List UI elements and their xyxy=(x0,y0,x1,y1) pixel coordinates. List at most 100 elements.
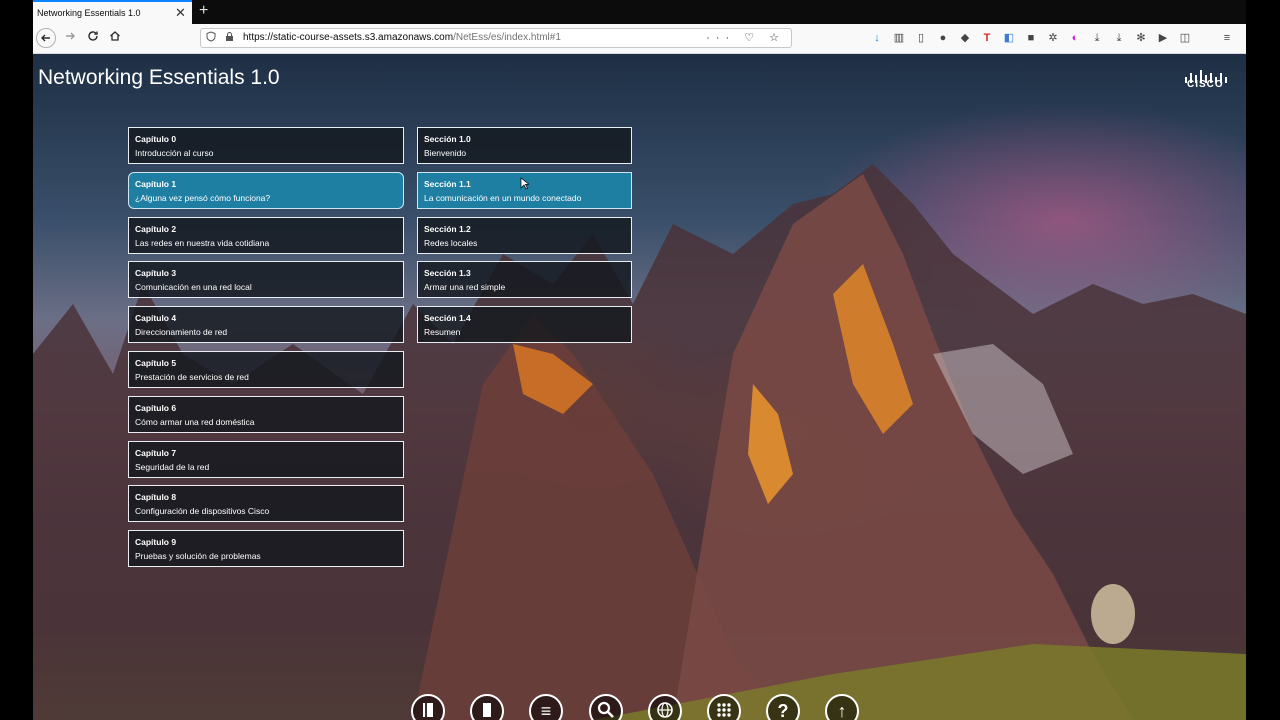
section-item-4[interactable]: Sección 1.4 Resumen xyxy=(417,306,632,344)
chapter-title: Capítulo 5 xyxy=(135,358,177,368)
chapter-title: Capítulo 3 xyxy=(135,268,177,279)
chapter-subtitle: Seguridad de la red xyxy=(135,461,210,472)
translate-icon[interactable]: ◧ xyxy=(1003,32,1015,44)
chapter-item-5[interactable]: Capítulo 5 Prestación de servicios de red xyxy=(128,351,404,388)
section-title: Sección 1.0 xyxy=(424,134,471,144)
chapter-subtitle: Las redes en nuestra vida cotidiana xyxy=(135,237,270,248)
browser-window: Networking Essentials 1.0 ✕ + https://st… xyxy=(33,0,1246,720)
bookmark-icon xyxy=(483,703,491,717)
active-tab[interactable]: Networking Essentials 1.0 ✕ xyxy=(33,0,192,24)
chapter-item-7[interactable]: Capítulo 7 Seguridad de la red xyxy=(128,440,404,478)
page-title: Networking Essentials 1.0 xyxy=(38,66,280,89)
chapter-item-4[interactable]: Capítulo 4 Direccionamiento de red xyxy=(128,306,404,344)
chapter-subtitle: ¿Alguna vez pensó cómo funciona? xyxy=(135,192,271,203)
section-title: Sección 1.1 xyxy=(424,178,471,189)
url-path: /NetEss/es/index.html#1 xyxy=(453,32,561,43)
help-icon: ? xyxy=(777,701,789,720)
chapter-subtitle: Prestación de servicios de red xyxy=(135,372,249,382)
chapter-subtitle: Direccionamiento de red xyxy=(135,327,228,338)
chapter-title: Capítulo 7 xyxy=(135,447,177,458)
grid-icon xyxy=(717,703,731,717)
section-item-2[interactable]: Sección 1.2 Redes locales xyxy=(417,216,632,254)
menu-icon: ≡ xyxy=(540,701,552,720)
chapter-item-6[interactable]: Capítulo 6 Cómo armar una red doméstica xyxy=(128,395,404,433)
forward-button[interactable] xyxy=(60,28,80,48)
nav-toolbar: https://static-course-assets.s3.amazonaw… xyxy=(33,24,1246,54)
chapter-title: Capítulo 1 xyxy=(135,178,177,189)
settings-icon[interactable]: ✻ xyxy=(1135,32,1147,44)
chapter-item-0[interactable]: Capítulo 0 Introducción al curso xyxy=(128,127,404,164)
globe-button[interactable] xyxy=(648,694,682,720)
hamburger-menu-icon[interactable]: ≡ xyxy=(1221,32,1233,44)
home-icon xyxy=(110,31,120,41)
chapter-subtitle: Comunicación en una red local xyxy=(135,282,252,293)
reload-button[interactable] xyxy=(83,28,103,48)
section-subtitle: Resumen xyxy=(424,327,461,338)
chapter-subtitle: Cómo armar una red doméstica xyxy=(135,416,255,427)
tracking-shield-icon[interactable] xyxy=(206,31,216,45)
chapter-subtitle: Configuración de dispositivos Cisco xyxy=(135,506,270,517)
cisco-logo-text: CISCO xyxy=(1187,79,1224,90)
chapter-subtitle: Introducción al curso xyxy=(135,148,214,158)
back-button[interactable] xyxy=(36,28,56,48)
tab-strip: Networking Essentials 1.0 ✕ + xyxy=(33,0,1246,24)
chapter-item-8[interactable]: Capítulo 8 Configuración de dispositivos … xyxy=(128,485,404,523)
download-icon[interactable]: ↓ xyxy=(871,32,883,44)
section-item-0[interactable]: Sección 1.0 Bienvenido xyxy=(417,127,632,164)
save-icon[interactable]: ⤓ xyxy=(1113,32,1125,44)
mouse-cursor-icon xyxy=(520,177,529,190)
up-arrow-icon: ↑ xyxy=(837,701,847,720)
play-icon[interactable]: ▶ xyxy=(1157,32,1169,44)
book-button[interactable] xyxy=(411,694,445,720)
globe-icon xyxy=(657,702,673,718)
new-tab-button[interactable]: + xyxy=(199,2,208,20)
sidebar-icon[interactable]: ▯ xyxy=(915,32,927,44)
extension-t-icon[interactable]: T xyxy=(981,32,993,44)
menu-button[interactable]: ≡ xyxy=(529,694,563,720)
section-subtitle: Bienvenido xyxy=(424,148,467,158)
extension-icon[interactable]: ◆ xyxy=(959,32,971,44)
chapter-item-9[interactable]: Capítulo 9 Pruebas y solución de problema… xyxy=(128,530,404,568)
help-button[interactable]: ? xyxy=(766,694,800,720)
extension-c-icon[interactable]: ◐ xyxy=(1069,32,1081,44)
grid-button[interactable] xyxy=(707,694,741,720)
extension-gear-icon[interactable]: ✲ xyxy=(1047,32,1059,44)
url-text[interactable]: https://static-course-assets.s3.amazonaw… xyxy=(243,32,561,43)
library-icon[interactable]: ▥ xyxy=(893,32,905,44)
home-button[interactable] xyxy=(105,28,125,48)
reload-icon xyxy=(88,31,98,41)
section-title: Sección 1.3 xyxy=(424,268,471,279)
bookmark-button[interactable] xyxy=(470,694,504,720)
url-host: https://static-course-assets.s3.amazonaw… xyxy=(243,32,454,43)
back-arrow-icon xyxy=(41,34,50,42)
chapter-title: Capítulo 4 xyxy=(135,313,177,324)
url-actions[interactable]: ··· ♡ ☆ xyxy=(706,31,785,44)
url-bar[interactable]: https://static-course-assets.s3.amazonaw… xyxy=(200,28,792,48)
chapter-title: Capítulo 2 xyxy=(135,223,177,234)
chapter-title: Capítulo 9 xyxy=(135,537,177,548)
chapter-subtitle: Pruebas y solución de problemas xyxy=(135,551,261,562)
section-subtitle: La comunicación en un mundo conectado xyxy=(424,192,582,203)
section-title: Sección 1.4 xyxy=(424,313,471,324)
download-alt-icon[interactable]: ⤓ xyxy=(1091,32,1103,44)
search-icon xyxy=(597,701,614,718)
chapter-item-1[interactable]: Capítulo 1 ¿Alguna vez pensó cómo funcion… xyxy=(128,171,404,209)
section-subtitle: Redes locales xyxy=(424,237,478,248)
chapter-item-2[interactable]: Capítulo 2 Las redes en nuestra vida coti… xyxy=(128,216,404,254)
tab-close-icon[interactable]: ✕ xyxy=(175,5,186,21)
search-button[interactable] xyxy=(589,694,623,720)
section-item-3[interactable]: Sección 1.3 Armar una red simple xyxy=(417,261,632,299)
up-button[interactable]: ↑ xyxy=(825,694,859,720)
chapter-title: Capítulo 8 xyxy=(135,492,177,503)
lock-icon[interactable] xyxy=(225,31,234,45)
tab-title: Networking Essentials 1.0 xyxy=(37,8,141,18)
account-icon[interactable]: ● xyxy=(937,32,949,44)
book-icon xyxy=(423,703,433,717)
chapter-item-3[interactable]: Capítulo 3 Comunicación en una red local xyxy=(128,261,404,299)
extension-square-icon[interactable]: ■ xyxy=(1025,32,1037,44)
screenshot-icon[interactable]: ◫ xyxy=(1179,32,1191,44)
chapter-title: Capítulo 6 xyxy=(135,402,177,413)
course-viewport: Networking Essentials 1.0 CISCO Capítulo… xyxy=(33,54,1246,720)
forward-arrow-icon xyxy=(66,32,75,40)
chapter-title: Capítulo 0 xyxy=(135,134,177,144)
